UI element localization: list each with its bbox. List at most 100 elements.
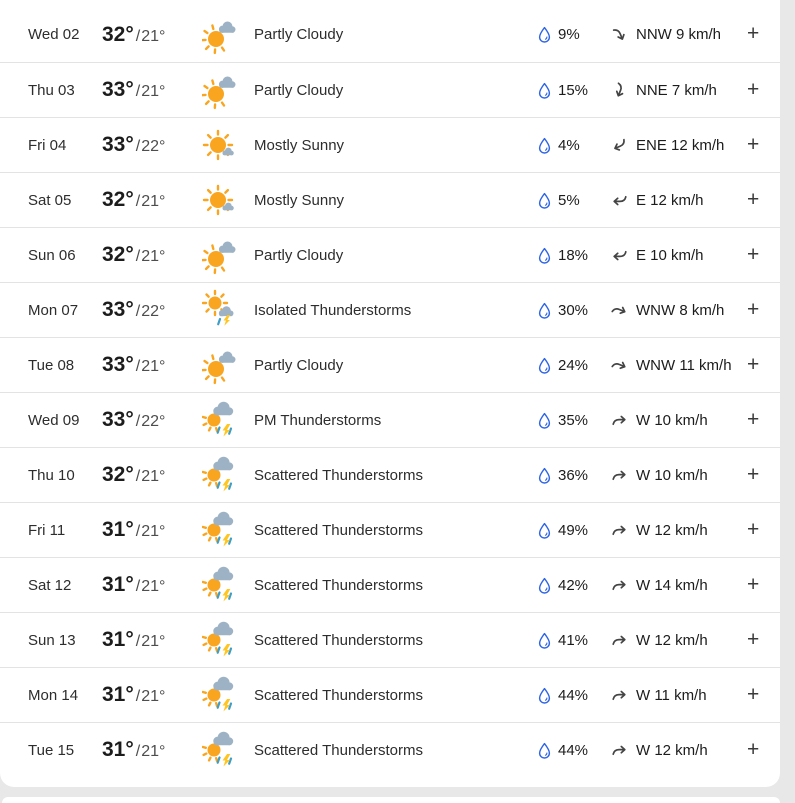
expand-day-button[interactable]: + [745, 79, 780, 102]
wind-label: W 11 km/h [636, 687, 707, 704]
droplet-icon [538, 26, 551, 43]
temp-separator: / [136, 578, 140, 596]
forecast-day-row[interactable]: Sun 13 31° / 21° Scattered Thunderstorms… [0, 612, 780, 667]
temp-separator: / [136, 138, 140, 156]
day-label: Mon 07 [28, 302, 102, 319]
partly-cloudy-icon [202, 343, 240, 387]
droplet-icon [538, 247, 551, 264]
temperature: 33° / 22° [102, 298, 202, 322]
forecast-day-row[interactable]: Fri 04 33° / 22° Mostly Sunny 4% [0, 117, 780, 172]
condition-label: Partly Cloudy [254, 247, 538, 264]
droplet-icon [538, 577, 551, 594]
expand-day-button[interactable]: + [745, 464, 780, 487]
precip-chance: 5% [538, 192, 611, 209]
droplet-icon [538, 467, 551, 484]
temperature: 32° / 21° [102, 243, 202, 267]
day-label: Thu 03 [28, 82, 102, 99]
precip-chance: 42% [538, 577, 611, 594]
temperature: 32° / 21° [102, 188, 202, 212]
expand-day-button[interactable]: + [745, 739, 780, 762]
forecast-day-row[interactable]: Wed 09 33° / 22° PM Thunderstorms 35% [0, 392, 780, 447]
wind: W 12 km/h [611, 742, 745, 759]
low-temp: 21° [141, 358, 165, 376]
low-temp: 21° [141, 578, 165, 596]
day-label: Thu 10 [28, 467, 102, 484]
temperature: 31° / 21° [102, 518, 202, 542]
precip-chance: 49% [538, 522, 611, 539]
low-temp: 21° [141, 83, 165, 101]
expand-day-button[interactable]: + [745, 409, 780, 432]
wind: WNW 11 km/h [611, 357, 745, 374]
condition-label: Scattered Thunderstorms [254, 577, 538, 594]
day-label: Sat 12 [28, 577, 102, 594]
expand-day-button[interactable]: + [745, 134, 780, 157]
forecast-list: Wed 02 32° / 21° Partly Cloudy 9% [0, 7, 780, 777]
scattered-tstorms-icon [202, 728, 240, 772]
wind: E 10 km/h [611, 247, 745, 264]
day-label: Sun 13 [28, 632, 102, 649]
temperature: 32° / 21° [102, 23, 202, 47]
precip-chance: 18% [538, 247, 611, 264]
droplet-icon [538, 412, 551, 429]
expand-day-button[interactable]: + [745, 23, 780, 46]
pm-tstorms-icon [202, 398, 240, 442]
high-temp: 31° [102, 628, 134, 652]
wind-label: W 14 km/h [636, 577, 708, 594]
wind-arrow-icon [611, 742, 628, 759]
condition-label: Scattered Thunderstorms [254, 522, 538, 539]
high-temp: 33° [102, 298, 134, 322]
temperature: 33° / 22° [102, 133, 202, 157]
forecast-day-row[interactable]: Sun 06 32° / 21° Partly Cloudy 18% [0, 227, 780, 282]
day-label: Fri 04 [28, 137, 102, 154]
temperature: 32° / 21° [102, 463, 202, 487]
droplet-icon [538, 357, 551, 374]
precip-chance: 41% [538, 632, 611, 649]
forecast-day-row[interactable]: Sat 12 31° / 21° Scattered Thunderstorms… [0, 557, 780, 612]
wind-arrow-icon [611, 412, 628, 429]
temp-separator: / [136, 28, 140, 46]
droplet-icon [538, 522, 551, 539]
high-temp: 31° [102, 573, 134, 597]
wind-arrow-icon [608, 299, 630, 321]
wind: W 12 km/h [611, 522, 745, 539]
low-temp: 22° [141, 138, 165, 156]
forecast-day-row[interactable]: Tue 15 31° / 21° Scattered Thunderstorms… [0, 722, 780, 777]
forecast-day-row[interactable]: Mon 14 31° / 21° Scattered Thunderstorms… [0, 667, 780, 722]
precip-percent: 41% [558, 632, 588, 649]
precip-percent: 9% [558, 26, 580, 43]
high-temp: 31° [102, 518, 134, 542]
wind-label: E 12 km/h [636, 192, 704, 209]
precip-chance: 15% [538, 82, 611, 99]
day-label: Tue 15 [28, 742, 102, 759]
wind: NNE 7 km/h [611, 82, 745, 99]
forecast-day-row[interactable]: Mon 07 33° / 22° Isolated Thunderstorms … [0, 282, 780, 337]
expand-day-button[interactable]: + [745, 684, 780, 707]
forecast-day-row[interactable]: Sat 05 32° / 21° Mostly Sunny 5% [0, 172, 780, 227]
high-temp: 31° [102, 683, 134, 707]
high-temp: 32° [102, 23, 134, 47]
wind-arrow-icon [611, 577, 628, 594]
wind-label: W 12 km/h [636, 632, 708, 649]
forecast-day-row[interactable]: Thu 10 32° / 21° Scattered Thunderstorms… [0, 447, 780, 502]
temp-separator: / [136, 303, 140, 321]
day-label: Sun 06 [28, 247, 102, 264]
temperature: 33° / 21° [102, 78, 202, 102]
expand-day-button[interactable]: + [745, 244, 780, 267]
wind: ENE 12 km/h [611, 137, 745, 154]
forecast-day-row[interactable]: Tue 08 33° / 21° Partly Cloudy 24% [0, 337, 780, 392]
high-temp: 33° [102, 408, 134, 432]
scattered-tstorms-icon [202, 563, 240, 607]
forecast-day-row[interactable]: Thu 03 33° / 21° Partly Cloudy 15% [0, 62, 780, 117]
expand-day-button[interactable]: + [745, 189, 780, 212]
temperature: 31° / 21° [102, 683, 202, 707]
expand-day-button[interactable]: + [745, 519, 780, 542]
forecast-day-row[interactable]: Wed 02 32° / 21° Partly Cloudy 9% [0, 7, 780, 62]
expand-day-button[interactable]: + [745, 299, 780, 322]
expand-day-button[interactable]: + [745, 574, 780, 597]
expand-day-button[interactable]: + [745, 629, 780, 652]
expand-day-button[interactable]: + [745, 354, 780, 377]
forecast-day-row[interactable]: Fri 11 31° / 21° Scattered Thunderstorms… [0, 502, 780, 557]
condition-label: Scattered Thunderstorms [254, 632, 538, 649]
droplet-icon [538, 687, 551, 704]
droplet-icon [538, 192, 551, 209]
